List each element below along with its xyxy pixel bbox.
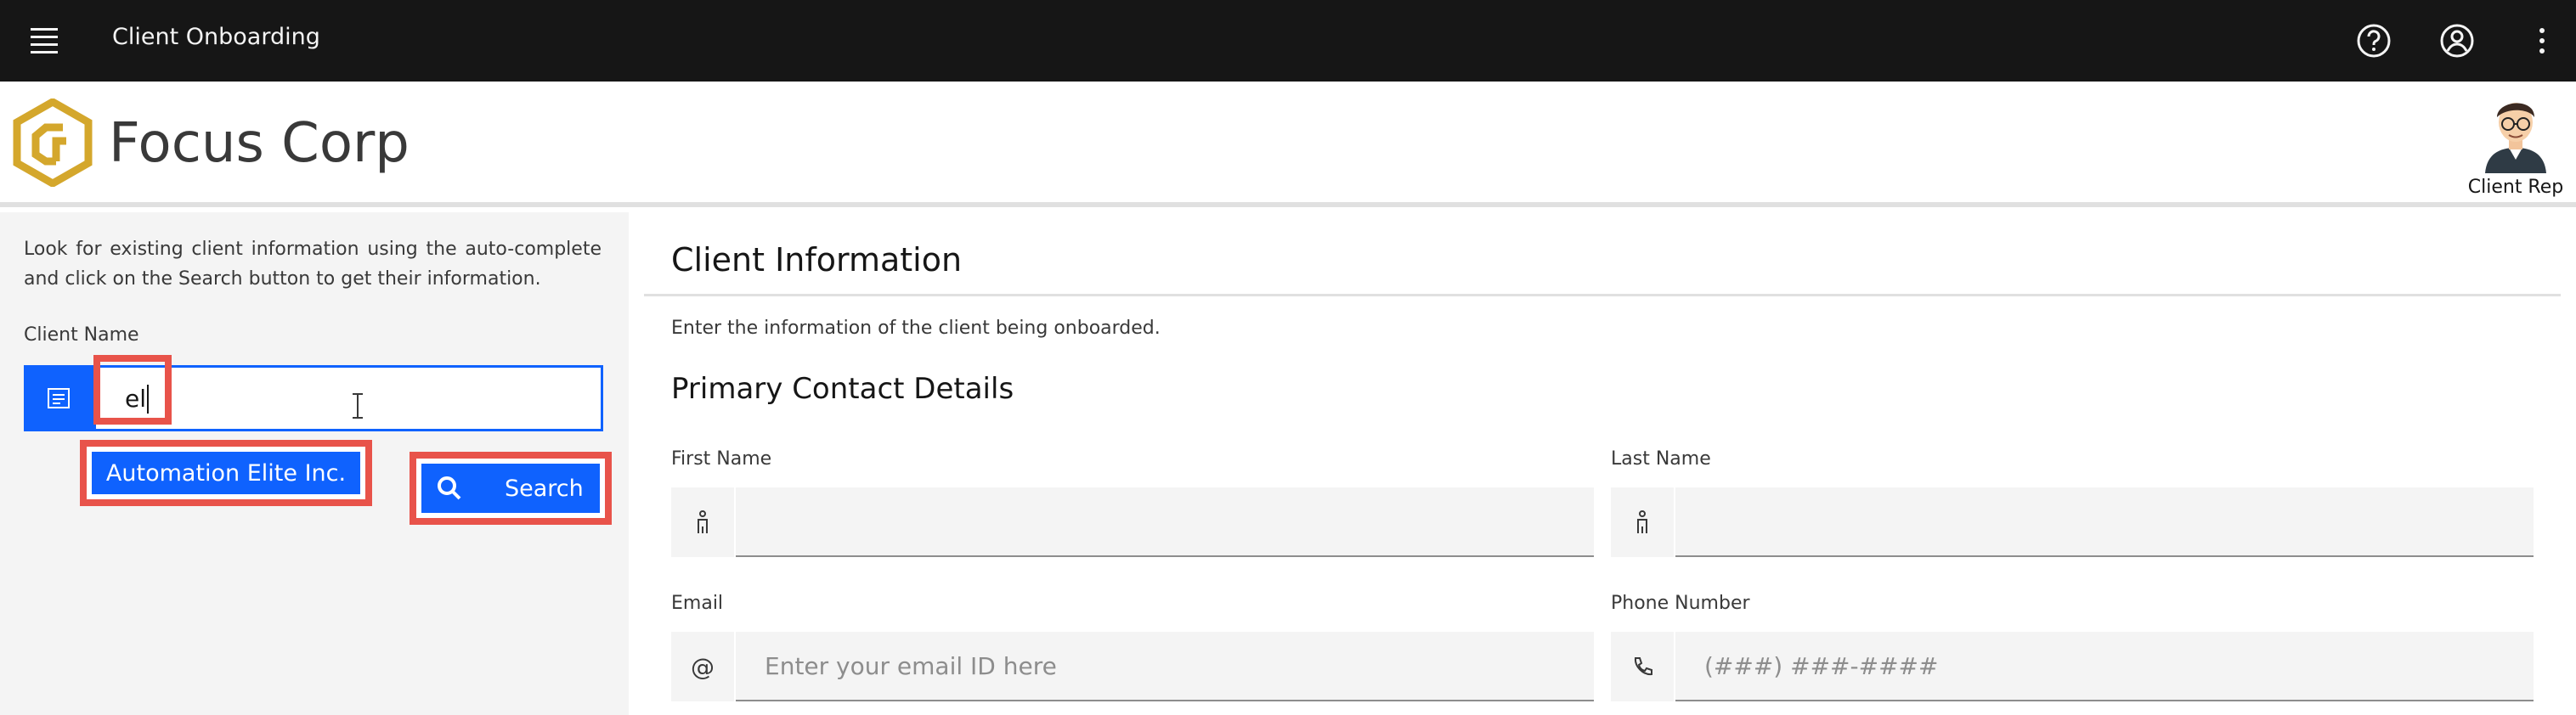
search-button[interactable]: Search (410, 452, 612, 525)
client-card-icon (24, 365, 93, 431)
section-description: Enter the information of the client bein… (671, 318, 1161, 339)
search-instructions: Look for existing client information usi… (24, 239, 602, 290)
last-name-label: Last Name (1611, 448, 1711, 470)
autocomplete-suggestion[interactable]: Automation Elite Inc. (80, 440, 372, 506)
client-name-label: Client Name (24, 324, 139, 346)
text-cursor-icon (353, 393, 363, 419)
last-name-input[interactable] (1675, 487, 2534, 557)
client-rep-label: Client Rep (2467, 177, 2564, 198)
user-profile-icon[interactable] (2435, 19, 2479, 63)
email-placeholder: Enter your email ID here (765, 652, 1057, 680)
phone-label: Phone Number (1611, 593, 1750, 614)
first-name-label: First Name (671, 448, 772, 470)
first-name-input[interactable] (736, 487, 1594, 557)
search-button-label: Search (505, 475, 584, 502)
person-icon (1611, 487, 1675, 557)
email-input[interactable]: Enter your email ID here (736, 632, 1594, 701)
phone-placeholder: (###) ###-#### (1704, 652, 1939, 680)
client-search-panel: Look for existing client information usi… (0, 212, 629, 715)
app-title: Client Onboarding (112, 24, 320, 50)
phone-input[interactable]: (###) ###-#### (1675, 632, 2534, 701)
last-name-field (1611, 487, 2534, 557)
section-divider (644, 294, 2561, 296)
section-title: Client Information (671, 241, 963, 279)
suggestion-label: Automation Elite Inc. (92, 452, 360, 494)
subsection-title: Primary Contact Details (671, 372, 1014, 406)
phone-icon (1611, 632, 1675, 701)
phone-field: (###) ###-#### (1611, 632, 2534, 701)
search-icon (438, 476, 461, 500)
help-icon[interactable] (2352, 19, 2396, 63)
email-label: Email (671, 593, 724, 614)
client-rep-avatar (2485, 103, 2546, 173)
brand-name: Focus Corp (109, 112, 410, 175)
first-name-field (671, 487, 1594, 557)
overflow-menu-icon[interactable] (2520, 19, 2564, 63)
input-highlight (93, 355, 172, 425)
menu-icon[interactable] (19, 15, 70, 66)
client-rep: Client Rep (2460, 88, 2571, 198)
focus-corp-logo-icon (13, 99, 93, 187)
email-field: @ Enter your email ID here (671, 632, 1594, 701)
at-sign-icon: @ (671, 632, 736, 701)
person-icon (671, 487, 736, 557)
top-app-bar: Client Onboarding (0, 0, 2576, 82)
brand-bar: Focus Corp Client Rep (0, 82, 2576, 207)
